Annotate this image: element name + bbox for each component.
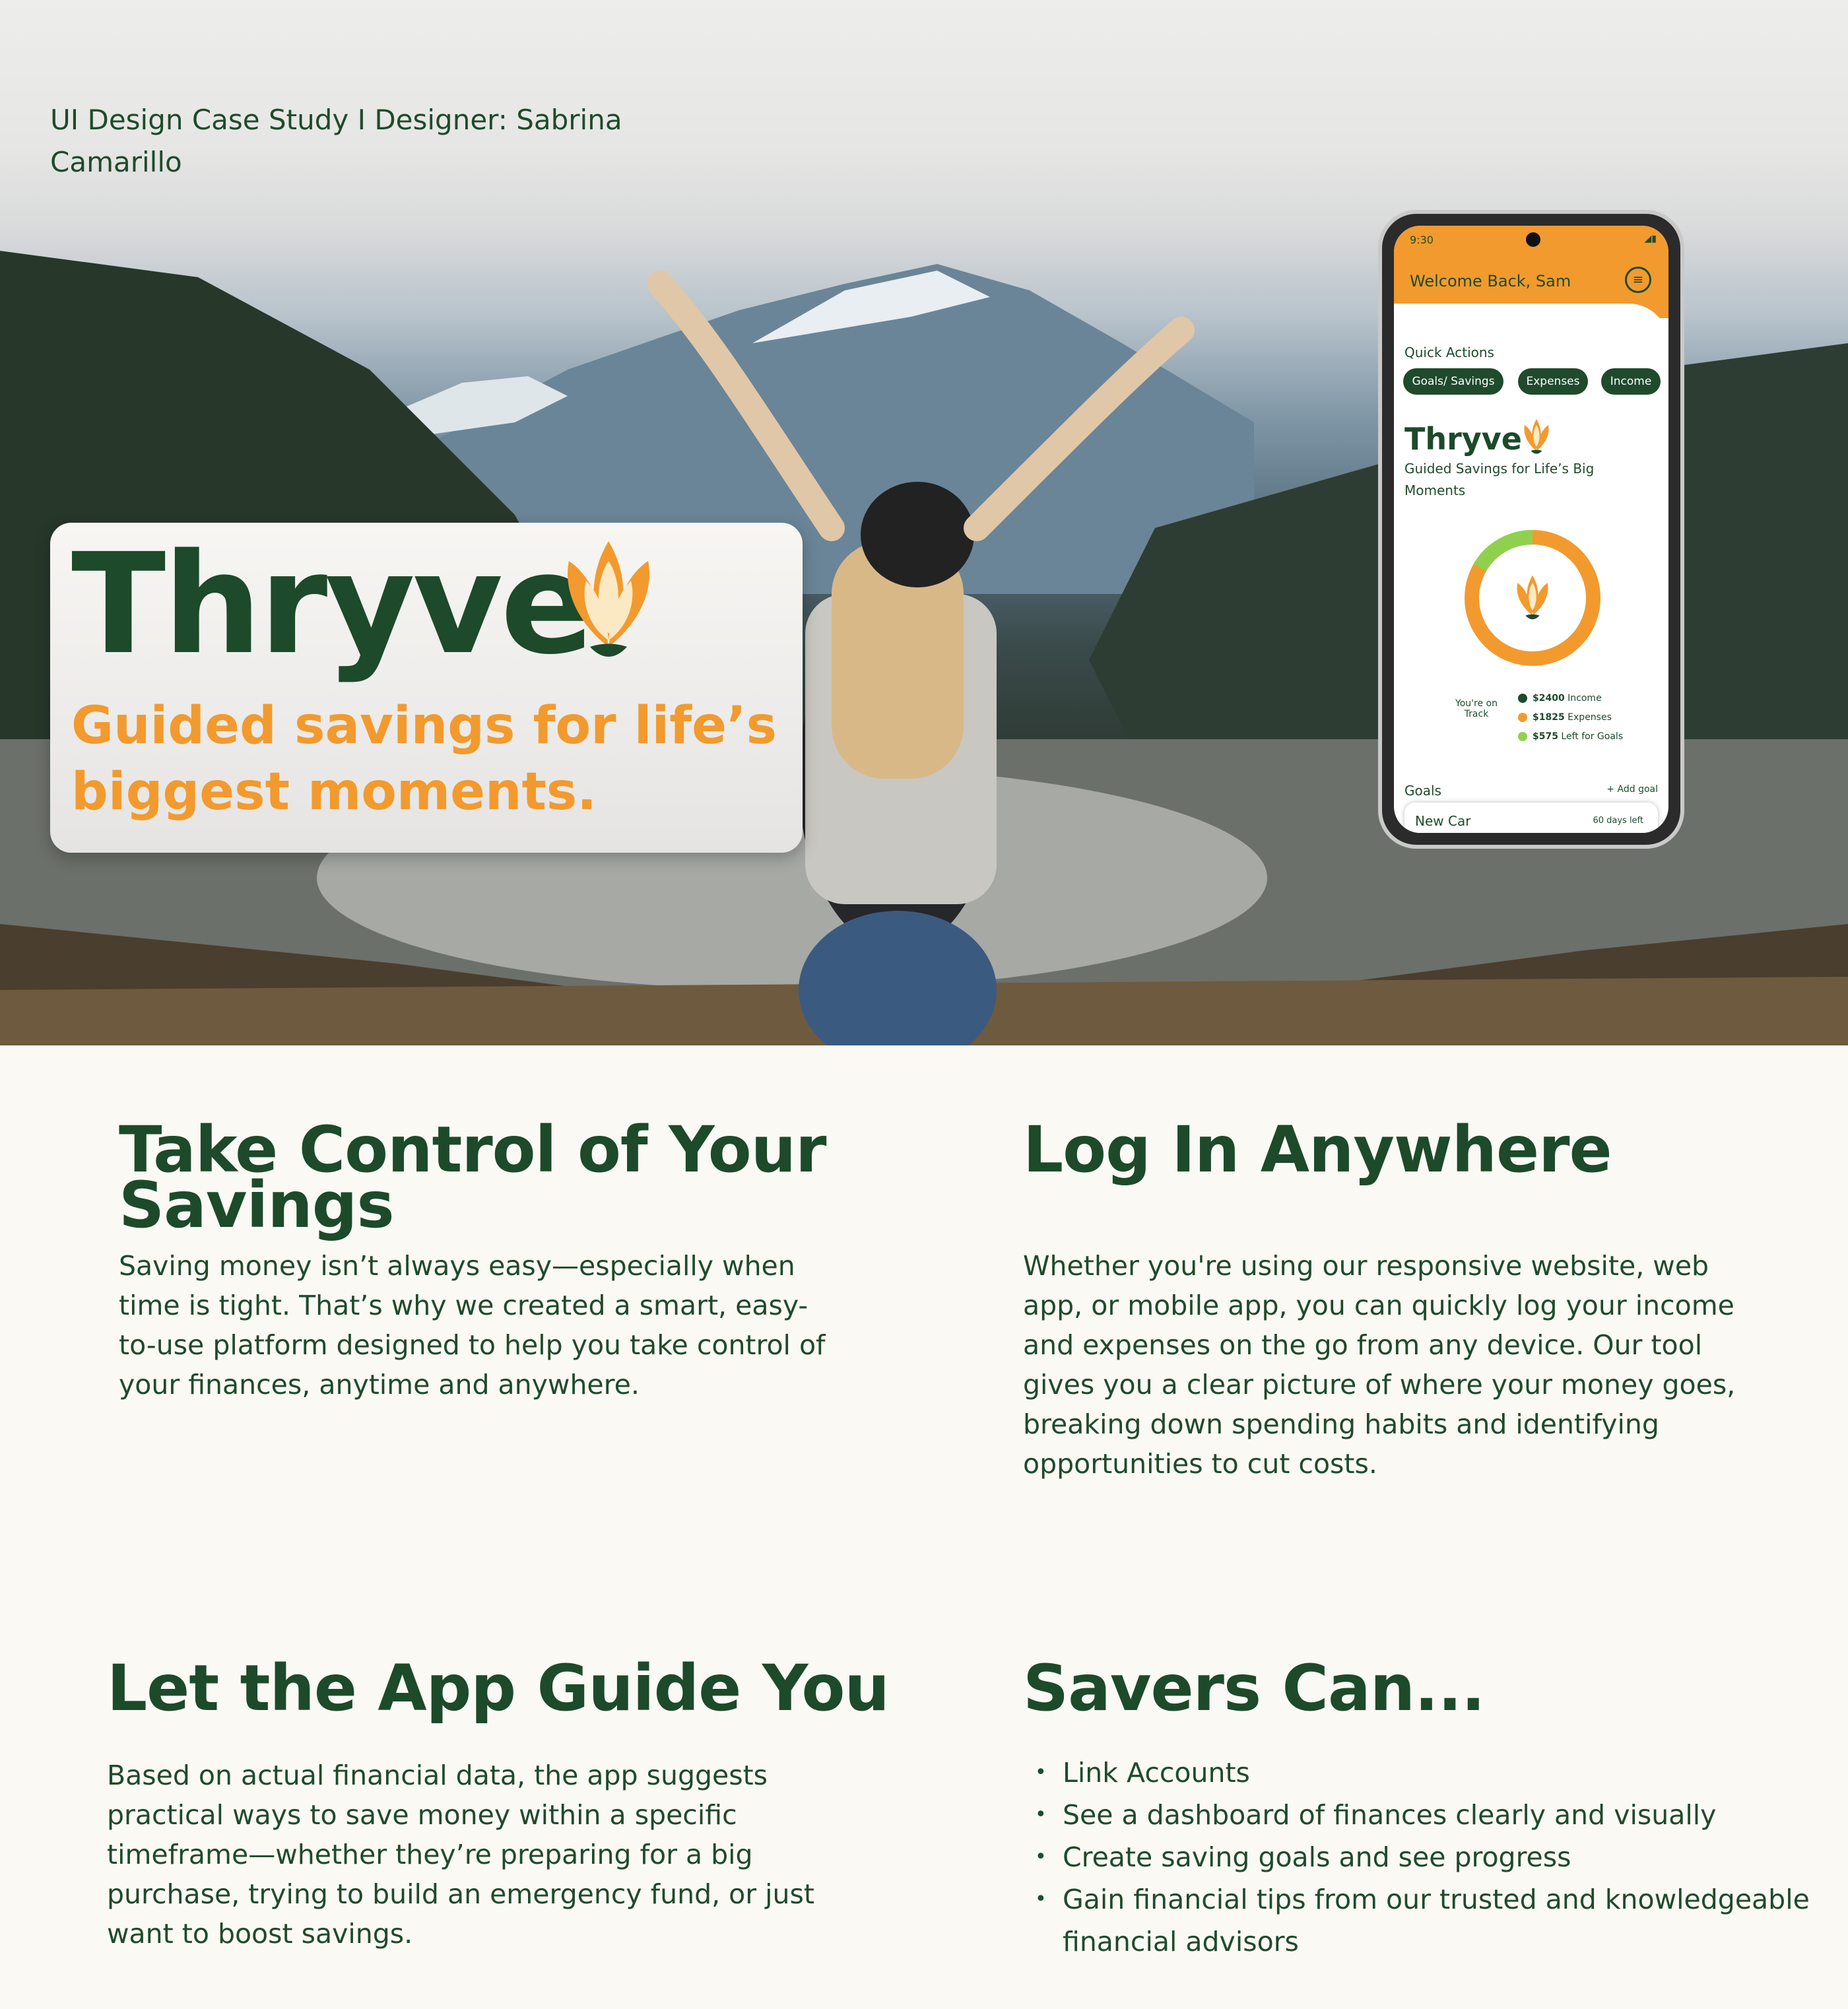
brand-card: Thryve Guided savings for life’s biggest… xyxy=(50,523,803,853)
mini-brand-tagline: Guided Savings for Life’s Big Moments xyxy=(1404,461,1595,498)
flower-bud-icon xyxy=(568,541,649,657)
status-time: 9:30 xyxy=(1410,234,1434,246)
expenses-button[interactable]: Expenses xyxy=(1518,368,1588,395)
phone-mockup: 9:30 ◢▮ Welcome Back, Sam ≡ Quick Action… xyxy=(1378,210,1684,849)
section-body-login: Whether you're using our responsive webs… xyxy=(1023,1250,1736,1480)
legend-item: $575 Left for Goals xyxy=(1518,727,1623,746)
goals-heading: Goals xyxy=(1404,783,1441,799)
hero-banner: UI Design Case Study I Designer: Sabrina… xyxy=(0,0,1848,1045)
goal-card[interactable]: New Car 60 days left xyxy=(1404,803,1658,833)
legend-item: $2400 Income xyxy=(1518,689,1623,708)
section-title-login: Log In Anywhere xyxy=(1023,1113,1612,1187)
list-item: Link Accounts xyxy=(1035,1752,1848,1794)
brand-tagline: Guided savings for life’s biggest moment… xyxy=(71,696,777,822)
budget-donut-chart xyxy=(1465,529,1600,666)
welcome-text: Welcome Back, Sam xyxy=(1410,272,1571,290)
savers-list: Link Accounts See a dashboard of finance… xyxy=(1035,1752,1848,1963)
menu-lines-icon[interactable]: ≡ xyxy=(1625,267,1651,293)
flower-bud-icon xyxy=(1524,419,1549,454)
mini-brand-name: Thryve xyxy=(1404,421,1522,457)
section-title-savers: Savers Can... xyxy=(1023,1651,1486,1725)
legend-item: $1825 Expenses xyxy=(1518,708,1623,727)
quick-actions-title: Quick Actions xyxy=(1404,345,1494,360)
list-item: Gain financial tips from our trusted and… xyxy=(1035,1878,1848,1963)
goals-savings-button[interactable]: Goals/ Savings xyxy=(1403,368,1503,395)
income-button[interactable]: Income xyxy=(1601,368,1661,395)
list-item: See a dashboard of finances clearly and … xyxy=(1035,1794,1848,1836)
goal-name: New Car xyxy=(1415,813,1471,829)
goal-days-left: 60 days left xyxy=(1593,816,1643,826)
section-body-control: Saving money isn’t always easy—especiall… xyxy=(119,1250,826,1400)
on-track-label: You're on Track xyxy=(1455,698,1498,719)
brand-name: Thryve xyxy=(71,523,595,685)
list-item: Create saving goals and see progress xyxy=(1035,1836,1848,1878)
case-study-caption: UI Design Case Study I Designer: Sabrina… xyxy=(50,104,622,178)
add-goal-link[interactable]: + Add goal xyxy=(1606,784,1658,795)
section-title-guide: Let the App Guide You xyxy=(107,1651,890,1725)
phone-screen: 9:30 ◢▮ Welcome Back, Sam ≡ Quick Action… xyxy=(1394,226,1668,833)
signal-battery-icon: ◢▮ xyxy=(1644,234,1657,244)
budget-legend: $2400 Income $1825 Expenses $575 Left fo… xyxy=(1518,689,1623,746)
camera-icon xyxy=(1526,232,1540,247)
section-body-guide: Based on actual financial data, the app … xyxy=(107,1760,814,1950)
section-title-control: Take Control of Your Savings xyxy=(119,1113,826,1242)
